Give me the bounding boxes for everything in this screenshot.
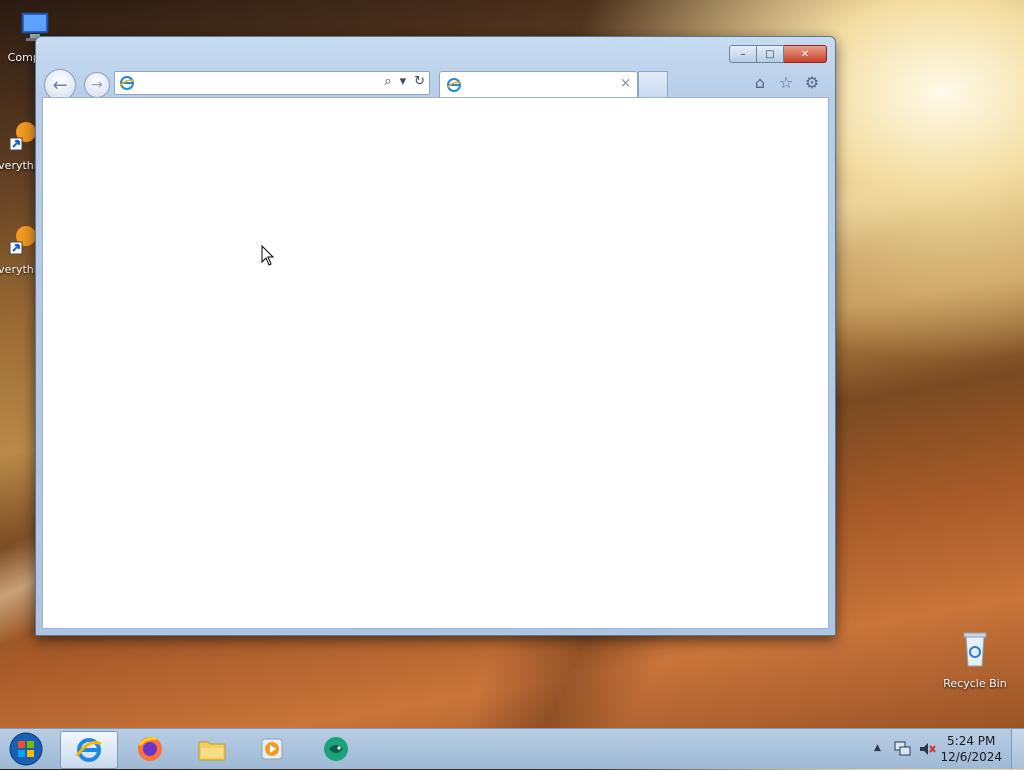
tab-close-icon[interactable]: × <box>620 76 631 91</box>
browser-toolbar: ← → ⌕ ▾ ↻ × ⌂ ☆ ⚙ <box>42 67 829 101</box>
everything-shortcut-icon <box>9 122 36 151</box>
network-icon[interactable] <box>894 741 912 757</box>
address-tools: ⌕ ▾ ↻ <box>384 74 425 89</box>
close-button[interactable]: ✕ <box>784 45 827 63</box>
show-desktop-button[interactable] <box>1011 729 1024 769</box>
taskbar-firefox[interactable] <box>122 731 178 767</box>
search-icon[interactable]: ⌕ <box>384 74 391 89</box>
home-icon[interactable]: ⌂ <box>751 73 769 92</box>
settings-gear-icon[interactable]: ⚙ <box>803 73 821 92</box>
window-caption-buttons: – □ ✕ <box>729 45 827 63</box>
taskbar-app[interactable] <box>308 731 364 767</box>
maximize-button[interactable]: □ <box>757 45 784 63</box>
ie-tab-icon <box>446 78 462 92</box>
taskbar-media-player[interactable] <box>244 731 300 767</box>
address-input[interactable] <box>139 74 373 92</box>
folder-icon <box>198 741 226 761</box>
clock-time: 5:24 PM <box>947 734 996 748</box>
clock-date: 12/6/2024 <box>940 750 1002 764</box>
browser-window[interactable]: – □ ✕ ← → ⌕ ▾ ↻ × ⌂ ☆ ⚙ <box>35 36 836 636</box>
clock[interactable]: 5:24 PM 12/6/2024 <box>940 733 1002 765</box>
refresh-icon[interactable]: ↻ <box>414 74 425 89</box>
right-toolbar: ⌂ ☆ ⚙ <box>751 73 821 92</box>
firefox-icon <box>138 737 162 761</box>
address-bar[interactable]: ⌕ ▾ ↻ <box>114 71 430 95</box>
new-tab-button[interactable] <box>638 71 668 98</box>
ie-page-icon <box>119 76 135 90</box>
favorites-star-icon[interactable]: ☆ <box>777 73 795 92</box>
dropdown-icon[interactable]: ▾ <box>400 74 407 89</box>
forward-arrow-icon: → <box>91 77 103 93</box>
taskbar: ▲ 5:24 PM 12/6/2024 <box>0 728 1024 769</box>
desktop-icon-recycle-bin[interactable]: Recycle Bin <box>940 630 1010 690</box>
desktop-icon-label: Recycle Bin <box>943 677 1007 690</box>
media-player-icon <box>261 738 283 760</box>
start-button[interactable] <box>6 731 46 767</box>
everything-shortcut-icon <box>9 226 36 255</box>
forward-button[interactable]: → <box>84 72 110 98</box>
mouse-cursor-icon <box>261 245 275 266</box>
taskbar-internet-explorer[interactable] <box>60 731 118 769</box>
windows-start-icon <box>9 732 43 766</box>
minimize-button[interactable]: – <box>729 45 757 63</box>
page-content-area[interactable] <box>42 97 829 629</box>
app-fish-icon <box>324 737 348 761</box>
internet-explorer-icon <box>75 738 102 762</box>
system-tray: ▲ 5:24 PM 12/6/2024 <box>864 729 1024 769</box>
browser-tab[interactable]: × <box>439 71 638 98</box>
show-hidden-icons-icon[interactable]: ▲ <box>874 743 881 753</box>
back-arrow-icon: ← <box>52 74 68 96</box>
taskbar-file-explorer[interactable] <box>184 731 240 767</box>
recycle-bin-icon <box>963 632 987 667</box>
volume-muted-icon[interactable] <box>918 741 936 757</box>
